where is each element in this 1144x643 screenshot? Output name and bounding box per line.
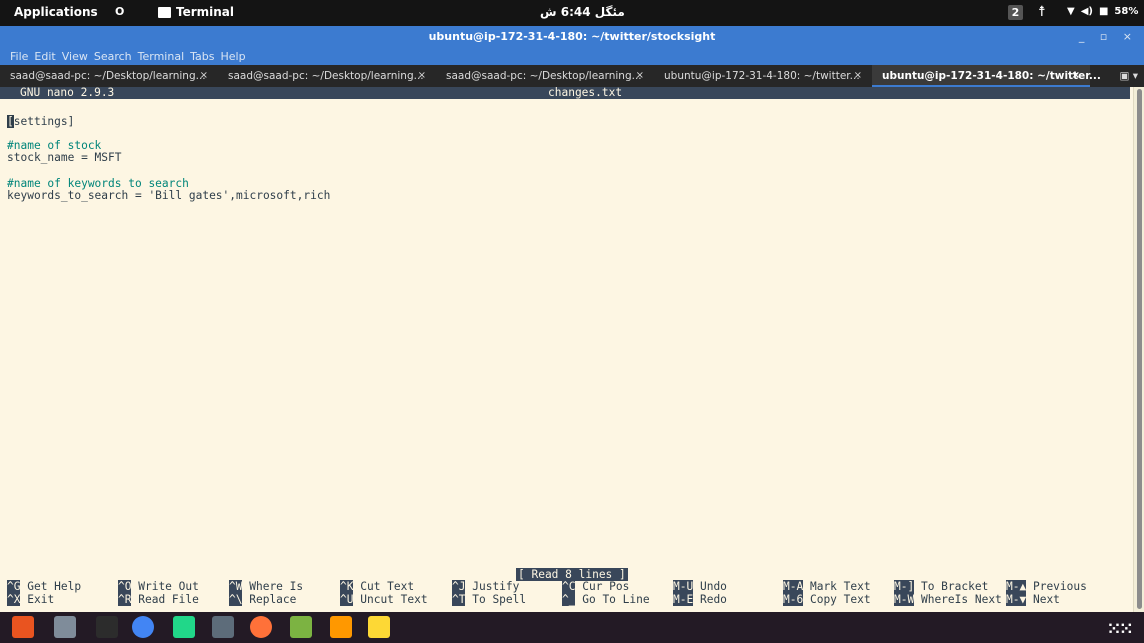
terminal-app-icon [158, 6, 171, 18]
shortcut-to-spell: ^T To Spell [452, 593, 527, 606]
battery-icon: ■ [1098, 6, 1109, 17]
terminal-view[interactable]: GNU nano 2.9.3 changes.txt [settings] #n… [0, 86, 1144, 612]
shortcut-exit: ^X Exit [7, 593, 55, 606]
vm-icon[interactable] [212, 616, 234, 638]
window-controls[interactable]: _ ▫ × [1079, 26, 1138, 48]
close-tab-icon[interactable]: × [636, 65, 644, 87]
terminal-app-menu[interactable]: Terminal [158, 5, 234, 19]
shortcut-get-help: ^G Get Help [7, 580, 82, 593]
menu-view[interactable]: View [62, 48, 88, 65]
tab-label: ubuntu@ip-172-31-4-180: ~/twitter... [664, 70, 860, 82]
volume-icon: ◀) [1080, 6, 1093, 17]
editor-line-7[interactable]: keywords_to_search = 'Bill gates',micros… [7, 189, 330, 202]
shortcut-uncut-text: ^U Uncut Text [340, 593, 428, 606]
chrome-icon[interactable] [132, 616, 154, 638]
tab-label: ubuntu@ip-172-31-4-180: ~/twitter... [882, 70, 1101, 82]
nano-version: GNU nano 2.9.3 [20, 86, 115, 99]
shortcut-cur-pos: ^C Cur Pos [562, 580, 630, 593]
shortcut-next: M-▼ Next [1006, 593, 1060, 606]
menu-file[interactable]: File [10, 48, 28, 65]
shortcut-replace: ^\ Replace [229, 593, 297, 606]
menu-bar: File Edit View Search Terminal Tabs Help [0, 48, 1144, 65]
close-tab-icon[interactable]: × [854, 65, 862, 87]
firefox-icon[interactable] [250, 616, 272, 638]
close-tab-icon[interactable]: × [200, 65, 208, 87]
show-applications-icon[interactable]: ⁙⁙ [1107, 619, 1133, 638]
system-status-area[interactable]: ▼ ◀) ■ 58% [1067, 6, 1138, 17]
window-title: ubuntu@ip-172-31-4-180: ~/twitter/stocks… [428, 30, 716, 43]
notes-icon[interactable] [368, 616, 390, 638]
shortcut-copy-text: M-6 Copy Text [783, 593, 871, 606]
pycharm-icon[interactable] [173, 616, 195, 638]
terminal-app-label: Terminal [176, 5, 235, 19]
shortcut-to-bracket: M-] To Bracket [894, 580, 989, 593]
editor-line-1[interactable]: [settings] [7, 115, 74, 128]
terminal-tab-1[interactable]: saad@saad-pc: ~/Desktop/learning... × [0, 65, 218, 87]
shortcut-cut-text: ^K Cut Text [340, 580, 415, 593]
tab-bar: saad@saad-pc: ~/Desktop/learning... × saa… [0, 65, 1144, 87]
menu-tabs[interactable]: Tabs [190, 48, 214, 65]
clock[interactable]: مئگل 6:44 ش [540, 5, 625, 19]
terminal-tab-3[interactable]: saad@saad-pc: ~/Desktop/learning... × [436, 65, 654, 87]
battery-percent: 58% [1114, 6, 1139, 17]
nano-title-bar: GNU nano 2.9.3 changes.txt [0, 86, 1130, 99]
menu-edit[interactable]: Edit [34, 48, 55, 65]
editor-line-4[interactable]: stock_name = MSFT [7, 151, 122, 164]
shortcut-read-file: ^R Read File [118, 593, 199, 606]
image-viewer-icon[interactable] [290, 616, 312, 638]
tab-label: saad@saad-pc: ~/Desktop/learning... [228, 70, 424, 82]
drive-icon[interactable] [54, 616, 76, 638]
menu-terminal[interactable]: Terminal [138, 48, 185, 65]
wifi-icon: ▼ [1067, 6, 1075, 17]
window-titlebar[interactable]: ubuntu@ip-172-31-4-180: ~/twitter/stocks… [0, 26, 1144, 48]
top-bar: Applications O Terminal مئگل 6:44 ش 2 ☨ … [0, 0, 1144, 26]
shortcut-write-out: ^O Write Out [118, 580, 199, 593]
menu-help[interactable]: Help [221, 48, 246, 65]
close-tab-icon[interactable]: × [1072, 65, 1080, 87]
terminal-tab-4[interactable]: ubuntu@ip-172-31-4-180: ~/twitter... × [654, 65, 872, 87]
nano-filename: changes.txt [548, 86, 623, 99]
close-tab-icon[interactable]: × [418, 65, 426, 87]
terminal-scrollbar[interactable] [1133, 87, 1144, 612]
shortcut-mark-text: M-A Mark Text [783, 580, 871, 593]
shortcut-previous: M-▲ Previous [1006, 580, 1087, 593]
applications-menu[interactable]: Applications [14, 5, 98, 19]
shortcut-redo: M-E Redo [673, 593, 727, 606]
shortcut-where-is: ^W Where Is [229, 580, 304, 593]
tab-label: saad@saad-pc: ~/Desktop/learning... [10, 70, 206, 82]
shortcut-justify: ^J Justify [452, 580, 520, 593]
tab-label: saad@saad-pc: ~/Desktop/learning... [446, 70, 642, 82]
terminal-tab-2[interactable]: saad@saad-pc: ~/Desktop/learning... × [218, 65, 436, 87]
menu-search[interactable]: Search [94, 48, 132, 65]
workspace-indicator[interactable]: 2 [1008, 5, 1023, 20]
terminal-tab-5-active[interactable]: ubuntu@ip-172-31-4-180: ~/twitter... × [872, 65, 1101, 87]
files-icon[interactable] [12, 616, 34, 638]
shortcut-undo: M-U Undo [673, 580, 727, 593]
activity-indicator-icon: O [115, 5, 125, 18]
sublime-icon[interactable] [330, 616, 352, 638]
scrollbar-thumb[interactable] [1137, 89, 1142, 609]
shortcut-whereis-next: M-W WhereIs Next [894, 593, 1002, 606]
text-cursor: [ [7, 115, 14, 128]
accessibility-icon[interactable]: ☨ [1038, 4, 1046, 20]
dock: ⁙⁙ [0, 612, 1144, 643]
terminal-icon[interactable] [96, 616, 118, 638]
shortcut-go-to-line: ^_ Go To Line [562, 593, 650, 606]
